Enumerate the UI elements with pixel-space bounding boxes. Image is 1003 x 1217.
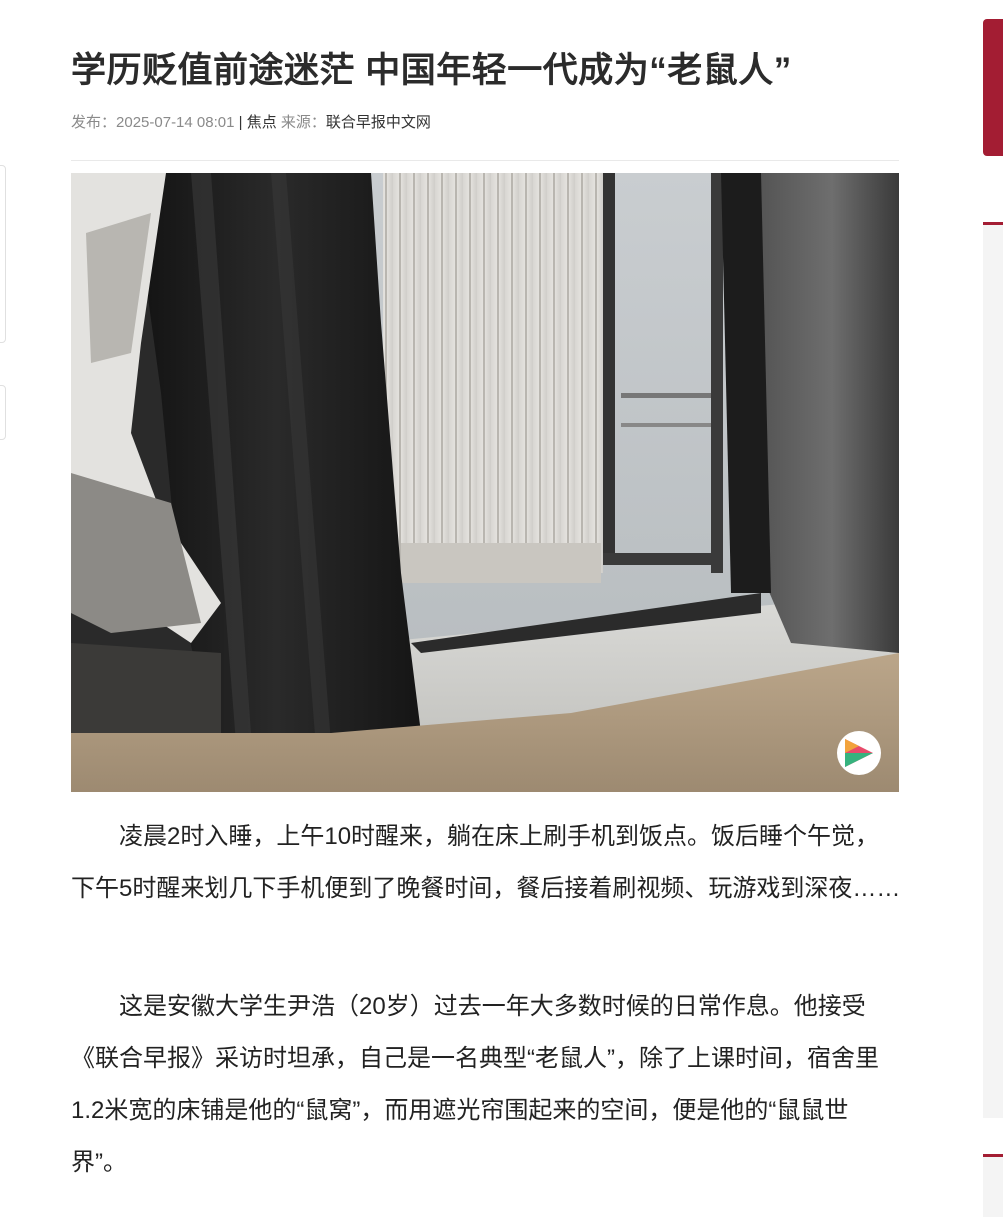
meta-divider bbox=[71, 160, 899, 161]
left-edge-widget bbox=[0, 385, 6, 440]
publish-datetime: 2025-07-14 08:01 bbox=[116, 114, 235, 131]
article-photo bbox=[71, 173, 899, 792]
meta-separator: | bbox=[234, 114, 247, 131]
left-edge-widget bbox=[0, 165, 6, 343]
article-paragraph: 这是安徽大学生尹浩（20岁）过去一年大多数时候的日常作息。他接受《联合早报》采访… bbox=[71, 993, 879, 1176]
published-label: 发布： bbox=[71, 114, 117, 131]
article-meta: 发布：2025-07-14 08:01 | 焦点 来源：联合早报中文网 bbox=[71, 112, 431, 134]
category-link[interactable]: 焦点 bbox=[247, 114, 277, 131]
colorful-triangle-logo-icon bbox=[837, 731, 881, 775]
article-title: 学历贬值前途迷茫 中国年轻一代成为“老鼠人” bbox=[71, 51, 792, 91]
sidebar-panel bbox=[983, 222, 1003, 1118]
source-name: 联合早报中文网 bbox=[325, 114, 431, 131]
source-label: 来源： bbox=[276, 114, 326, 131]
sidebar-banner[interactable] bbox=[983, 19, 1003, 156]
sidebar-panel bbox=[983, 1154, 1003, 1217]
article-paragraph: 凌晨2时入睡，上午10时醒来，躺在床上刷手机到饭点。饭后睡个午觉，下午5时醒来划… bbox=[71, 823, 901, 902]
